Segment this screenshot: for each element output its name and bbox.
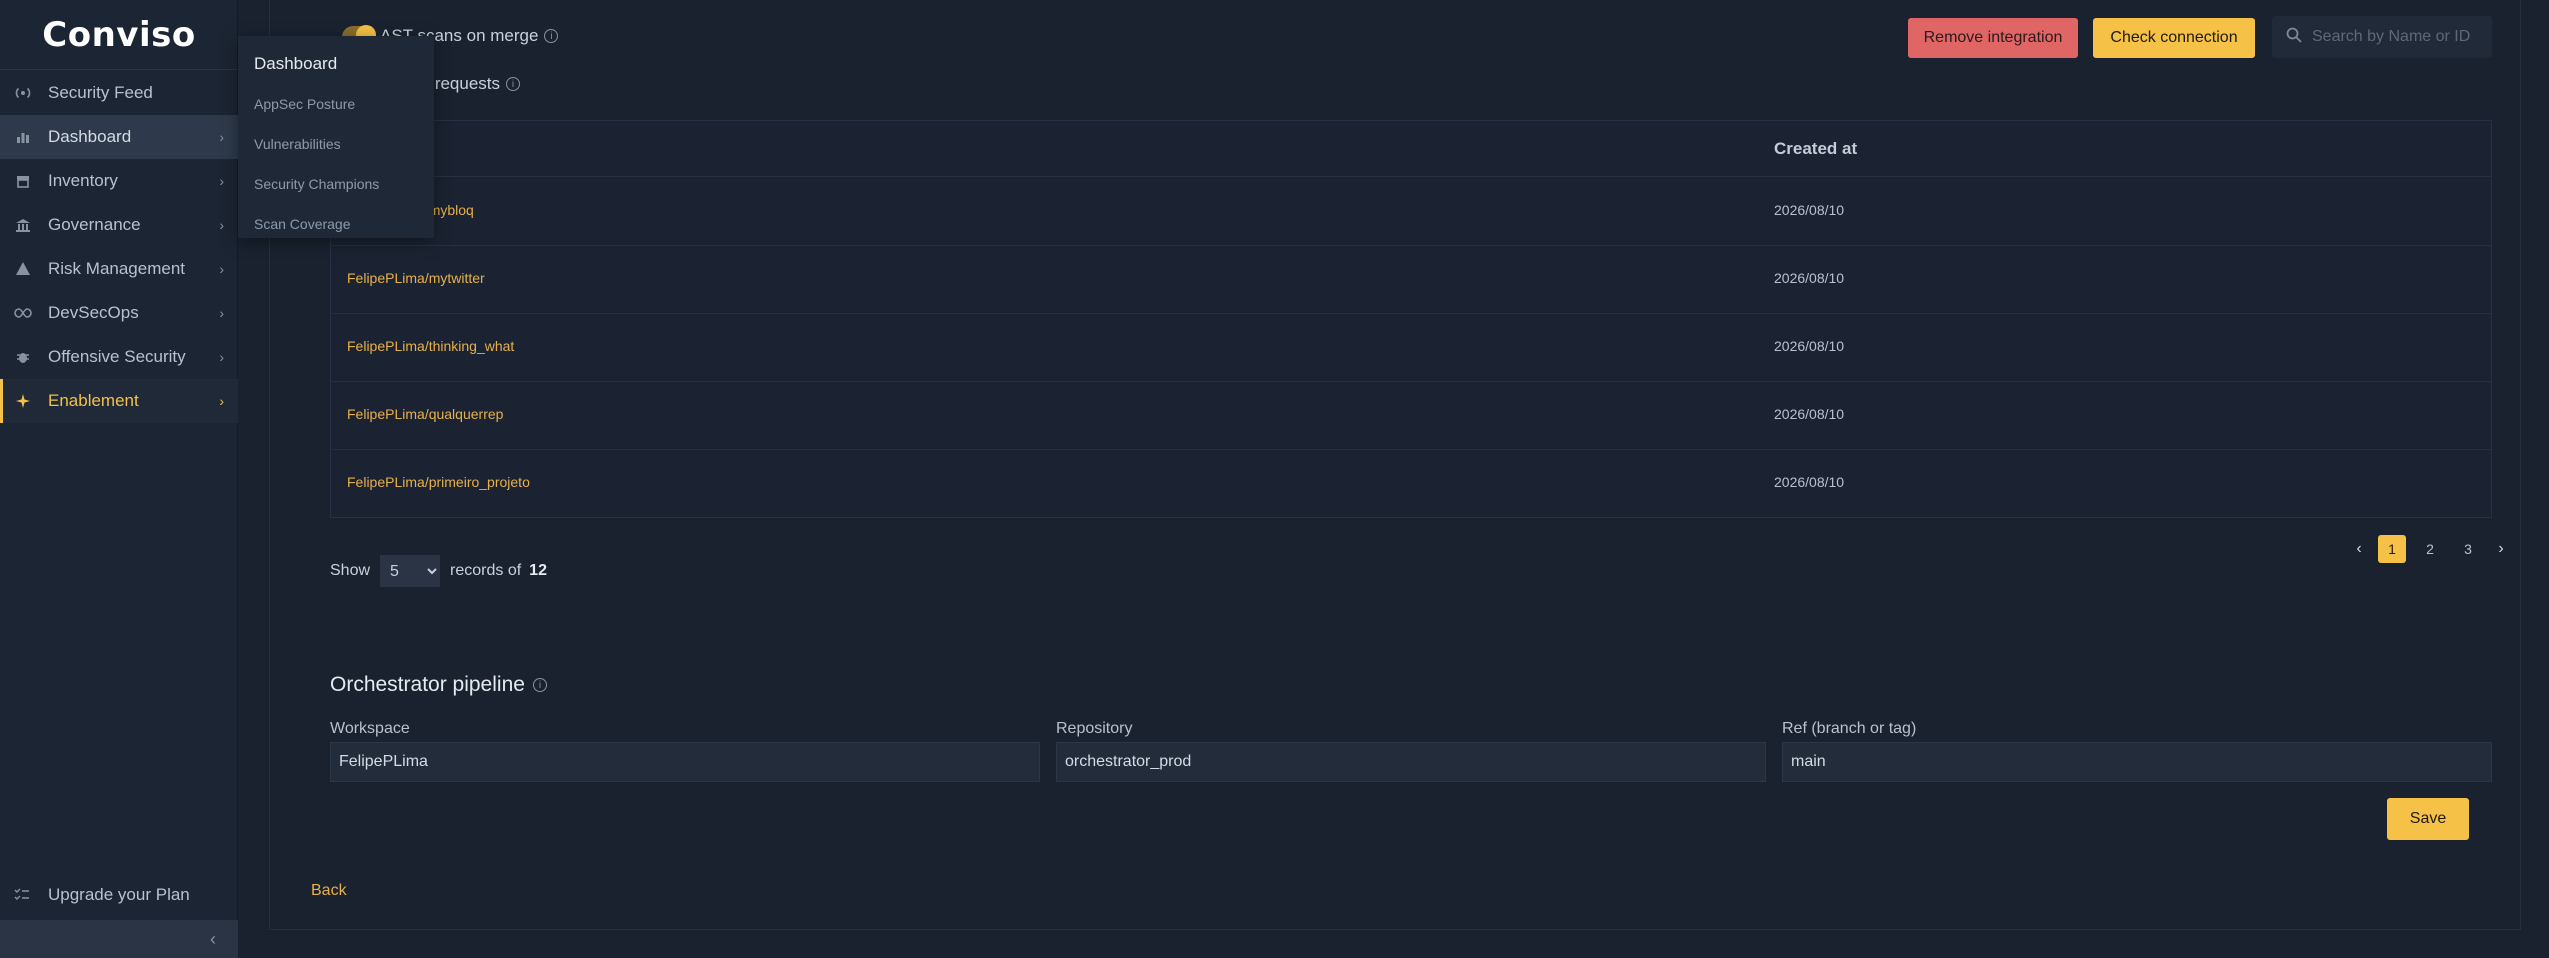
- sidebar-item-label: Enablement: [48, 391, 139, 410]
- created-date: 2026/08/10: [1774, 338, 1845, 354]
- chevron-right-icon: ›: [219, 217, 224, 233]
- sidebar-item-label: Dashboard: [48, 127, 132, 146]
- chevron-right-icon: ›: [219, 173, 224, 189]
- repo-name-link[interactable]: FelipePLima/qualquerrep: [347, 406, 503, 422]
- infinity-icon: [14, 304, 32, 322]
- workspace-label: Workspace: [330, 720, 410, 737]
- workspace-field[interactable]: [330, 742, 1040, 782]
- chevron-left-icon: ‹: [210, 928, 216, 949]
- bank-icon: [14, 216, 32, 234]
- records-total: 12: [529, 562, 547, 579]
- info-icon[interactable]: i: [544, 29, 559, 43]
- upgrade-plan-link[interactable]: Upgrade your Plan: [0, 873, 238, 917]
- check-connection-button[interactable]: Check connection: [2093, 18, 2255, 58]
- table-row[interactable]: FelipePLima/mytwitter 2026/08/10: [331, 246, 2491, 314]
- save-button[interactable]: Save: [2387, 798, 2469, 840]
- upgrade-plan-label: Upgrade your Plan: [48, 885, 190, 904]
- pagination: ‹ 1 2 3 ›: [2350, 535, 2510, 563]
- chevron-right-icon: ›: [219, 349, 224, 365]
- sidebar-item-label: Risk Management: [48, 259, 186, 278]
- records-label: records of: [450, 562, 522, 579]
- warning-icon: [14, 260, 32, 278]
- sparkle-icon: [14, 392, 32, 410]
- sidebar-item-enablement[interactable]: Enablement ›: [0, 379, 238, 423]
- sidebar-item-dashboard[interactable]: Dashboard ›: [0, 115, 238, 159]
- table-row[interactable]: FelipePLima/thinking_what 2026/08/10: [331, 314, 2491, 382]
- search-box: [2272, 16, 2492, 58]
- chevron-right-icon: ›: [219, 261, 224, 277]
- repo-name-link[interactable]: FelipePLima/mytwitter: [347, 270, 485, 286]
- logo-text: Conviso: [42, 14, 196, 55]
- orchestrator-title-text: Orchestrator pipeline: [330, 673, 525, 696]
- info-icon[interactable]: i: [532, 678, 547, 692]
- sidebar-item-security-feed[interactable]: Security Feed: [0, 71, 238, 115]
- ref-label: Ref (branch or tag): [1782, 720, 1917, 737]
- ref-field[interactable]: [1782, 742, 2492, 782]
- created-date: 2026/08/10: [1774, 270, 1845, 286]
- table-row[interactable]: FelipePLima/primeiro_projeto 2026/08/10: [331, 450, 2491, 518]
- back-link[interactable]: Back: [311, 882, 347, 900]
- remove-integration-button[interactable]: Remove integration: [1908, 18, 2078, 58]
- created-date: 2026/08/10: [1774, 202, 1845, 218]
- sidebar-item-label: DevSecOps: [48, 303, 139, 322]
- feed-icon: [14, 84, 32, 102]
- chevron-right-icon: ›: [219, 305, 224, 321]
- table-row[interactable]: FelipePLima/qualquerrep 2026/08/10: [331, 382, 2491, 450]
- sidebar-item-label: Governance: [48, 215, 141, 234]
- dashboard-flyout-menu: Dashboard AppSec Posture Vulnerabilities…: [238, 36, 434, 238]
- sidebar-item-label: Offensive Security: [48, 347, 186, 366]
- repo-name-link[interactable]: FelipePLima/thinking_what: [347, 338, 514, 354]
- inventory-icon: [14, 172, 32, 190]
- bar-chart-icon: [14, 128, 32, 146]
- flyout-item-vulnerabilities[interactable]: Vulnerabilities: [238, 124, 434, 164]
- created-date: 2026/08/10: [1774, 406, 1845, 422]
- repository-field[interactable]: [1056, 742, 1766, 782]
- chevron-right-icon[interactable]: ›: [2492, 540, 2510, 558]
- show-label: Show: [330, 562, 371, 579]
- page-button-2[interactable]: 2: [2416, 535, 2444, 563]
- bug-icon: [14, 348, 32, 366]
- flyout-item-appsec-posture[interactable]: AppSec Posture: [238, 84, 434, 124]
- flyout-title[interactable]: Dashboard: [238, 44, 434, 84]
- chevron-right-icon: ›: [219, 129, 224, 145]
- search-icon: [2286, 27, 2302, 48]
- repository-label: Repository: [1056, 720, 1133, 737]
- table-header: Created at: [331, 121, 2491, 177]
- chevron-left-icon[interactable]: ‹: [2350, 540, 2368, 558]
- search-input[interactable]: [2312, 28, 2492, 46]
- table-row[interactable]: FelipePLima/mybloq 2026/08/10: [331, 178, 2491, 246]
- column-created-at[interactable]: Created at: [1774, 139, 1857, 159]
- logo[interactable]: Conviso: [0, 0, 238, 70]
- sidebar-item-offensive-security[interactable]: Offensive Security ›: [0, 335, 238, 379]
- page-size-select[interactable]: 5: [380, 555, 441, 587]
- page-size-control: Show 5 records of 12: [330, 555, 547, 587]
- sidebar-item-devsecops[interactable]: DevSecOps ›: [0, 291, 238, 335]
- sidebar-item-inventory[interactable]: Inventory ›: [0, 159, 238, 203]
- chevron-right-icon: ›: [219, 393, 224, 409]
- flyout-item-security-champions[interactable]: Security Champions: [238, 164, 434, 204]
- info-icon[interactable]: i: [506, 77, 521, 91]
- repositories-table: Created at FelipePLima/mybloq 2026/08/10…: [330, 120, 2492, 518]
- sidebar-item-governance[interactable]: Governance ›: [0, 203, 238, 247]
- page-button-3[interactable]: 3: [2454, 535, 2482, 563]
- created-date: 2026/08/10: [1774, 474, 1845, 490]
- page-button-1[interactable]: 1: [2378, 535, 2406, 563]
- sidebar: Conviso Security Feed Dashboard › Invent…: [0, 0, 238, 958]
- checklist-icon: [14, 887, 32, 904]
- sidebar-item-label: Security Feed: [48, 83, 153, 102]
- flyout-item-scan-coverage[interactable]: Scan Coverage: [238, 204, 434, 244]
- sidebar-item-risk-management[interactable]: Risk Management ›: [0, 247, 238, 291]
- sidebar-item-label: Inventory: [48, 171, 118, 190]
- sidebar-nav: Security Feed Dashboard › Inventory › Go…: [0, 71, 238, 423]
- orchestrator-title: Orchestrator pipeline i: [330, 673, 547, 697]
- repo-name-link[interactable]: FelipePLima/primeiro_projeto: [347, 474, 530, 490]
- sidebar-collapse-button[interactable]: ‹: [0, 920, 238, 958]
